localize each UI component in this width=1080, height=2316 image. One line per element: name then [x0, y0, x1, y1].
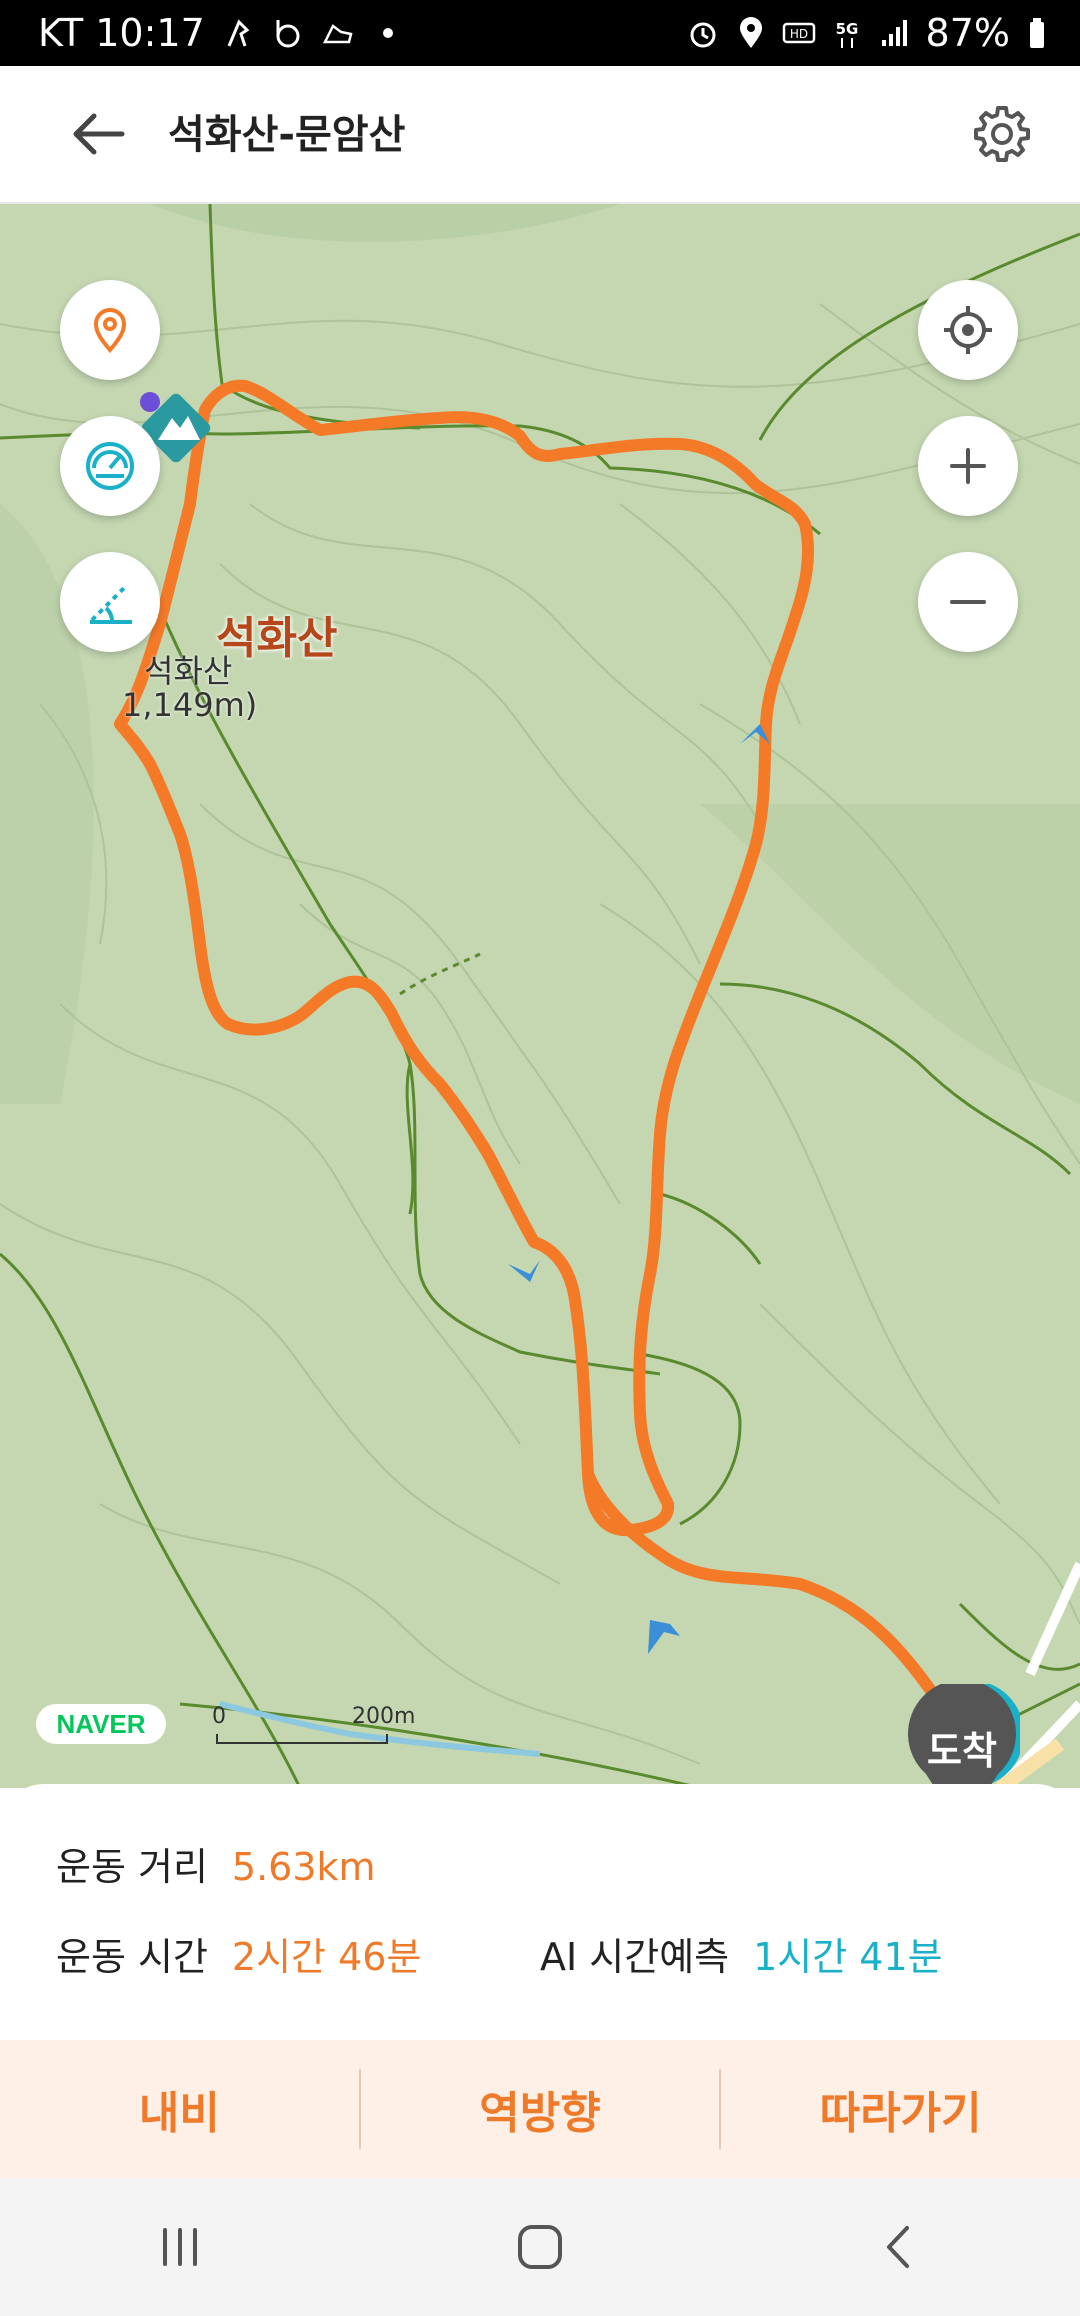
status-left: KT 10:17 — [38, 8, 405, 58]
arrow-left-icon — [73, 113, 125, 155]
arrival-marker[interactable]: 도착 — [904, 1684, 1020, 1788]
location-icon — [739, 17, 762, 48]
recents-button[interactable] — [120, 2197, 240, 2297]
slope-button[interactable] — [60, 552, 160, 652]
recorded-route — [114, 379, 815, 1537]
stats-panel: 운동 거리 5.63km 운동 시간 2시간 46분 AI 시간예측 1시간 41분 — [0, 1784, 1080, 2040]
distance-label: 운동 거리 — [56, 1845, 208, 1889]
hd-icon: HD — [782, 22, 815, 44]
alarm-icon — [690, 22, 716, 48]
system-nav-bar — [0, 2178, 1080, 2316]
zoom-out-button[interactable] — [918, 552, 1018, 652]
peak-label: 석화산 — [216, 613, 338, 664]
time-label: 운동 시간 — [56, 1935, 208, 1979]
settings-button[interactable] — [964, 96, 1040, 172]
time-row: 운동 시간 2시간 46분 — [56, 1926, 421, 1981]
map-pin-icon — [93, 308, 127, 354]
navi-button[interactable]: 내비 — [0, 2040, 359, 2178]
reverse-button[interactable]: 역방향 — [361, 2040, 720, 2178]
status-bar: KT 10:17 HD 5G 87% — [0, 0, 1080, 66]
page-title: 석화산-문암산 — [168, 112, 406, 158]
ai-time-row: AI 시간예측 1시간 41분 — [540, 1926, 943, 1981]
naver-logo: NAVER — [36, 1704, 166, 1744]
plus-icon — [950, 448, 986, 484]
app-bar: 석화산-문암산 — [0, 66, 1080, 204]
hiking-app-icon — [227, 19, 250, 47]
distance-value: 5.63km — [231, 1845, 376, 1889]
time-value: 2시간 46분 — [231, 1935, 422, 1979]
action-bar: 내비 역방향 따라가기 — [0, 2040, 1080, 2178]
back-button[interactable] — [58, 104, 138, 164]
arrival-label: 도착 — [927, 1729, 997, 1773]
home-button[interactable] — [480, 2197, 600, 2297]
scale-label: 200m — [352, 1704, 416, 1729]
battery-percent: 87% — [925, 11, 1010, 55]
status-right: HD 5G 87% — [686, 8, 1058, 58]
crosshair-icon — [944, 306, 992, 354]
signal-icon — [881, 20, 907, 46]
direction-markers — [508, 724, 770, 1654]
minus-icon — [950, 600, 986, 604]
shoe-app-icon — [322, 24, 353, 44]
system-back-button[interactable] — [840, 2197, 960, 2297]
poi-button[interactable] — [60, 280, 160, 380]
scale-zero: 0 — [212, 1704, 226, 1729]
scale-bar — [216, 1734, 388, 1744]
battery-icon — [1030, 18, 1044, 48]
dot-icon — [382, 28, 393, 38]
map-scale: 0 200m — [212, 1704, 415, 1744]
map-view[interactable]: 석화산 석화산 1,149m) 도착 NAVER 0 200m — [0, 204, 1080, 1788]
gear-icon — [974, 106, 1030, 162]
recents-icon — [163, 2228, 197, 2266]
my-location-button[interactable] — [918, 280, 1018, 380]
peak-elevation: 1,149m) — [122, 686, 258, 724]
home-icon — [518, 2225, 562, 2269]
distance-row: 운동 거리 5.63km — [56, 1836, 376, 1891]
5g-icon: 5G — [835, 20, 858, 48]
status-time: KT 10:17 — [38, 11, 205, 55]
map-canvas — [0, 204, 1080, 1788]
svg-text:5G: 5G — [835, 20, 858, 38]
slope-icon — [90, 584, 132, 624]
svg-text:HD: HD — [789, 27, 807, 41]
speedometer-icon — [86, 442, 134, 490]
ai-time-value: 1시간 41분 — [753, 1935, 943, 1979]
ai-time-label: AI 시간예측 — [540, 1935, 730, 1979]
zoom-in-button[interactable] — [918, 416, 1018, 516]
chevron-left-icon — [887, 2226, 909, 2268]
b-app-icon — [276, 20, 300, 48]
follow-button[interactable]: 따라가기 — [721, 2040, 1080, 2178]
speed-button[interactable] — [60, 416, 160, 516]
